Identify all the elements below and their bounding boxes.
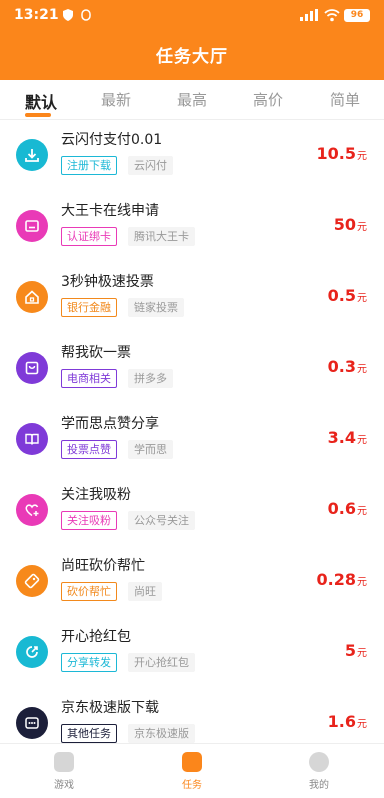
task-source-tag: 学而思 [128, 440, 173, 459]
task-reward: 3.4元 [327, 428, 367, 447]
task-row[interactable]: 大王卡在线申请 认证绑卡 腾讯大王卡 50元 [0, 191, 384, 262]
task-reward: 1.6元 [327, 712, 367, 731]
download-icon [16, 139, 48, 171]
task-title: 关注我吸粉 [61, 487, 131, 503]
page-title: 任务大厅 [156, 47, 228, 67]
task-row[interactable]: 云闪付支付0.01 注册下载 云闪付 10.5元 [0, 120, 384, 191]
profile-icon [309, 752, 329, 772]
task-title: 大王卡在线申请 [61, 203, 159, 219]
home-icon [16, 281, 48, 313]
battery-icon: 96 [344, 9, 370, 22]
nav-game[interactable]: 游戏 [24, 752, 104, 791]
task-title: 开心抢红包 [61, 629, 131, 645]
tag-icon [16, 565, 48, 597]
share-icon [16, 636, 48, 668]
chat-icon [16, 707, 48, 739]
task-category-tag: 关注吸粉 [61, 511, 117, 530]
task-category-tag: 分享转发 [61, 653, 117, 672]
filter-tabs: 默认 最新 最高 高价 简单 [0, 80, 384, 120]
task-category-tag: 银行金融 [61, 298, 117, 317]
task-source-tag: 拼多多 [128, 369, 173, 388]
task-row[interactable]: 帮我砍一票 电商相关 拼多多 0.3元 [0, 333, 384, 404]
task-category-tag: 砍价帮忙 [61, 582, 117, 601]
tab-simple[interactable]: 简单 [330, 89, 360, 110]
task-title: 云闪付支付0.01 [61, 132, 163, 148]
task-source-tag: 腾讯大王卡 [128, 227, 195, 246]
card-icon [16, 210, 48, 242]
nav-profile-label: 我的 [309, 780, 329, 791]
task-title: 尚旺砍价帮忙 [61, 558, 145, 574]
task-source-tag: 开心抢红包 [128, 653, 195, 672]
status-time: 13:21 [14, 7, 59, 23]
task-source-tag: 尚旺 [128, 582, 162, 601]
task-row[interactable]: 学而思点赞分享 投票点赞 学而思 3.4元 [0, 404, 384, 475]
task-reward: 10.5元 [316, 144, 367, 163]
task-title: 3秒钟极速投票 [61, 274, 154, 290]
task-source-tag: 链家投票 [128, 298, 184, 317]
tab-default[interactable]: 默认 [25, 89, 57, 113]
app-header: 13:21 96 任务大厅 [0, 0, 384, 80]
task-category-tag: 认证绑卡 [61, 227, 117, 246]
task-source-tag: 京东极速版 [128, 724, 195, 743]
game-icon [54, 752, 74, 772]
task-row[interactable]: 关注我吸粉 关注吸粉 公众号关注 0.6元 [0, 475, 384, 546]
heart-plus-icon [16, 494, 48, 526]
task-reward: 0.5元 [327, 286, 367, 305]
task-icon [182, 752, 202, 772]
task-source-tag: 公众号关注 [128, 511, 195, 530]
wifi-icon [324, 9, 340, 22]
task-row[interactable]: 3秒钟极速投票 银行金融 链家投票 0.5元 [0, 262, 384, 333]
task-category-tag: 注册下载 [61, 156, 117, 175]
bag-icon [16, 352, 48, 384]
task-source-tag: 云闪付 [128, 156, 173, 175]
task-reward: 0.28元 [316, 570, 367, 589]
tab-high-price[interactable]: 高价 [253, 89, 283, 110]
task-reward: 0.6元 [327, 499, 367, 518]
task-category-tag: 电商相关 [61, 369, 117, 388]
tab-highest[interactable]: 最高 [177, 89, 207, 110]
nav-task-label: 任务 [182, 780, 202, 791]
notification-icon [81, 9, 91, 21]
tab-newest[interactable]: 最新 [101, 89, 131, 110]
task-category-tag: 投票点赞 [61, 440, 117, 459]
nav-task[interactable]: 任务 [152, 752, 232, 791]
nav-game-label: 游戏 [54, 780, 74, 791]
task-reward: 5元 [344, 641, 367, 660]
task-title: 学而思点赞分享 [61, 416, 159, 432]
task-title: 帮我砍一票 [61, 345, 131, 361]
shield-icon [63, 9, 73, 21]
task-title: 京东极速版下载 [61, 700, 159, 716]
signal-icon [300, 9, 318, 21]
bottom-nav: 游戏 任务 我的 [0, 743, 384, 798]
active-tab-indicator [25, 113, 51, 117]
task-row[interactable]: 开心抢红包 分享转发 开心抢红包 5元 [0, 617, 384, 688]
task-category-tag: 其他任务 [61, 724, 117, 743]
nav-profile[interactable]: 我的 [279, 752, 359, 791]
task-reward: 50元 [333, 215, 367, 234]
task-reward: 0.3元 [327, 357, 367, 376]
task-row[interactable]: 尚旺砍价帮忙 砍价帮忙 尚旺 0.28元 [0, 546, 384, 617]
status-bar: 13:21 96 [0, 0, 384, 30]
book-icon [16, 423, 48, 455]
